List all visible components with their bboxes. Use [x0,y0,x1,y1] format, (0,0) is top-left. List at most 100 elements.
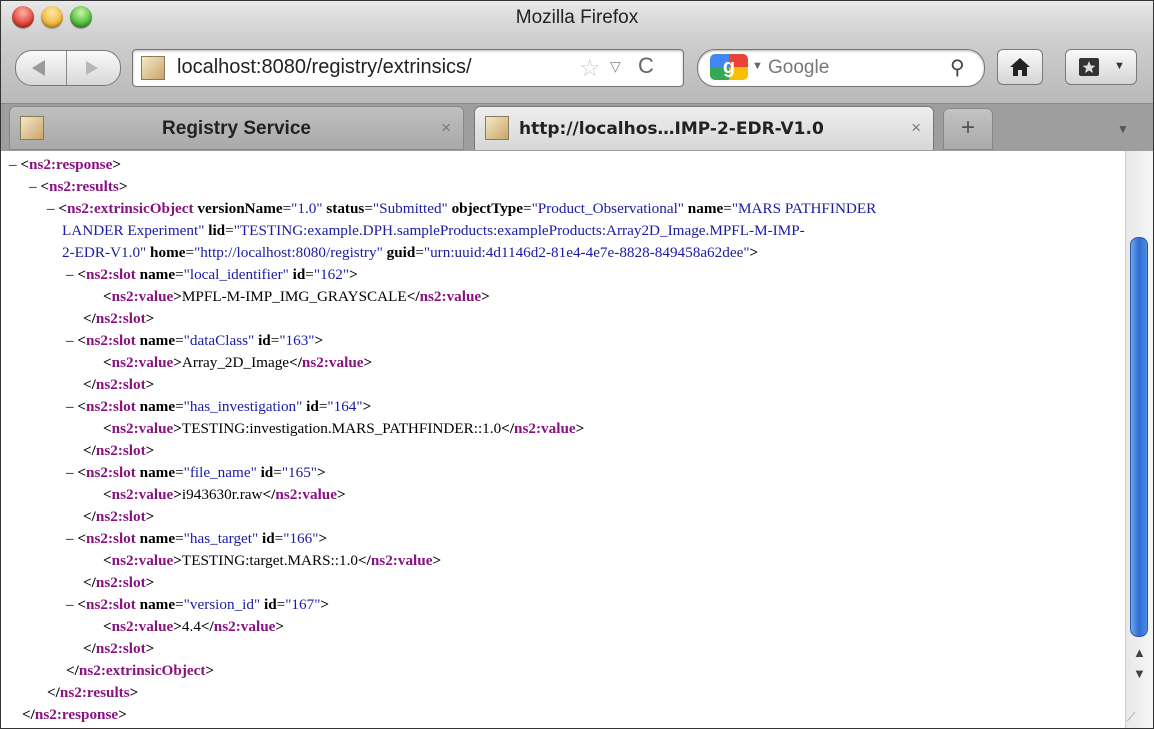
xml-line-slot-value: <ns2:value>TESTING:target.MARS::1.0</ns2… [103,552,442,569]
value-text: Array_2D_Image [181,354,290,371]
element-name: ns2:slot [86,464,136,481]
back-forward-group [15,50,121,86]
element-name: ns2:value [419,288,482,305]
collapse-toggle[interactable]: – [29,178,37,195]
attr-name: name [139,398,176,415]
value-text: TESTING:target.MARS::1.0 [181,552,358,569]
tab-favicon-icon [485,116,509,140]
attr-value: "has_investigation" [183,398,303,415]
engine-dropdown-icon[interactable]: ▼ [752,60,763,72]
vertical-scrollbar[interactable]: ▲ ▼ [1125,151,1153,728]
xml-line-slot-value: <ns2:value>4.4</ns2:value> [103,618,285,635]
xml-line-slot-close: </ns2:slot> [83,508,155,525]
bookmarks-button[interactable]: ▼ [1065,49,1137,85]
forward-button[interactable] [67,51,120,85]
tab-label: http://localhos…IMP-2-EDR-V1.0 [519,119,824,139]
tab-close-icon[interactable]: × [441,118,451,138]
scroll-down-arrow-icon[interactable]: ▼ [1133,666,1146,681]
element-name: ns2:value [213,618,276,635]
attr-name: home [150,244,186,261]
element-name: ns2:value [111,288,174,305]
search-icon[interactable]: ⚲ [950,55,965,80]
xml-line-slot-open: – <ns2:slot name="local_identifier" id="… [66,266,358,283]
xml-line-slot-close: </ns2:slot> [83,310,155,327]
attr-value: "MARS PATHFINDER [731,200,877,217]
attr-value: "164" [327,398,363,415]
tab-label: Registry Service [162,118,311,139]
xml-line-results-close: </ns2:results> [47,684,139,701]
element-name: ns2:slot [86,530,136,547]
attr-value: 2-EDR-V1.0" [62,244,147,261]
collapse-toggle[interactable]: – [47,200,55,217]
attr-value: "urn:uuid:4d1146d2-81e4-4e7e-8828-849458… [423,244,750,261]
attr-name: name [139,464,176,481]
forward-arrow-icon [86,61,98,75]
new-tab-button[interactable]: + [943,108,993,150]
navigation-toolbar: localhost:8080/registry/extrinsics/ ☆ ▽ … [1,37,1153,103]
reload-icon[interactable]: C [638,53,654,79]
attr-value: "TESTING:example.DPH.sampleProducts:exam… [233,222,805,239]
xml-line-slot-value: <ns2:value>MPFL-M-IMP_IMG_GRAYSCALE</ns2… [103,288,490,305]
xml-line-response-close: </ns2:response> [22,706,127,723]
collapse-toggle[interactable]: – [66,530,74,547]
xml-line-slot-close: </ns2:slot> [83,640,155,657]
google-engine-icon[interactable]: g [710,54,748,80]
title-bar: Mozilla Firefox [1,1,1153,37]
attr-value: "file_name" [183,464,257,481]
xml-line-response-open: – <ns2:response> [9,156,121,173]
attr-name: name [139,266,176,283]
collapse-toggle[interactable]: – [66,398,74,415]
collapse-toggle[interactable]: – [66,464,74,481]
attr-name: id [292,266,306,283]
attr-value: "163" [279,332,315,349]
attr-value: "165" [281,464,318,481]
xml-line-extrinsic-cont1: LANDER Experiment" lid="TESTING:example.… [62,222,805,239]
element-name: ns2:value [514,420,576,437]
xml-line-slot-open: – <ns2:slot name="has_investigation" id=… [66,398,372,415]
tab-list-icon[interactable]: ▼ [1117,122,1129,136]
history-dropdown-icon[interactable]: ▽ [610,58,621,75]
back-button[interactable] [16,51,67,85]
xml-line-slot-open: – <ns2:slot name="version_id" id="167"> [66,596,330,613]
collapse-toggle[interactable]: – [66,596,74,613]
element-name: ns2:slot [95,376,146,393]
xml-line-slot-value: <ns2:value>TESTING:investigation.MARS_PA… [103,420,585,437]
attr-name: guid [386,244,416,261]
attr-value: "1.0" [291,200,323,217]
attr-value: "local_identifier" [183,266,289,283]
attr-name: id [263,596,277,613]
element-name: ns2:value [111,552,174,569]
url-bar[interactable]: localhost:8080/registry/extrinsics/ ☆ ▽ … [132,49,684,87]
element-name: ns2:slot [86,596,136,613]
collapse-toggle[interactable]: – [66,266,74,283]
attr-value: "Submitted" [372,200,448,217]
element-name: ns2:value [111,420,174,437]
element-name: ns2:slot [95,574,146,591]
resize-grip-icon[interactable]: ⟋ [1127,710,1135,725]
scroll-up-arrow-icon[interactable]: ▲ [1133,645,1146,660]
window-title: Mozilla Firefox [515,7,639,28]
collapse-toggle[interactable]: – [9,156,17,173]
element-name: ns2:slot [95,508,146,525]
element-name: ns2:value [301,354,364,371]
scrollbar-thumb[interactable] [1130,237,1148,637]
xml-line-results-open: – <ns2:results> [29,178,128,195]
bookmark-star-icon[interactable]: ☆ [579,54,601,83]
home-button[interactable] [997,49,1043,85]
tab-active-xml[interactable]: http://localhos…IMP-2-EDR-V1.0 × [474,106,934,150]
browser-window: Mozilla Firefox localhost:8080/registry/… [0,0,1154,729]
element-name: ns2:value [111,354,174,371]
site-favicon-icon [141,56,165,80]
attr-name: id [262,530,275,547]
tab-close-icon[interactable]: × [911,118,921,138]
home-icon [1010,58,1030,76]
xml-line-slot-value: <ns2:value>i943630r.raw</ns2:value> [103,486,346,503]
attr-name: id [258,332,271,349]
element-name: ns2:slot [86,266,136,283]
collapse-toggle[interactable]: – [66,332,74,349]
element-name: ns2:value [111,486,174,503]
tab-registry-service[interactable]: Registry Service × [9,106,464,150]
search-bar[interactable]: g ▼ Google ⚲ [697,49,985,87]
attr-name: lid [208,222,226,239]
back-arrow-icon [32,60,45,76]
